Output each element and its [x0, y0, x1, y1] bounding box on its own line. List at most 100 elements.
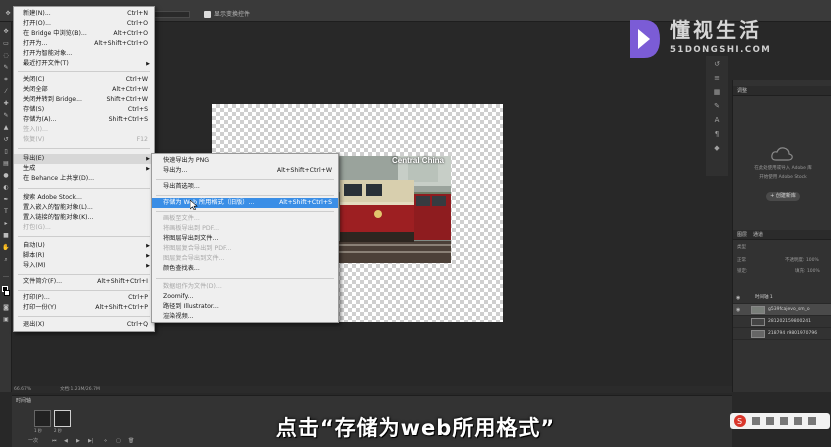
move-icon[interactable]: ✥ [2, 28, 10, 35]
menu-shortcut: Ctrl+P [128, 294, 148, 301]
properties-icon[interactable]: ≡ [713, 74, 721, 82]
opacity-field[interactable]: 不透明度: 100% [785, 258, 819, 264]
menu-item-browse-bridge[interactable]: 在 Bridge 中浏览(B)... Alt+Ctrl+O [14, 29, 154, 39]
menu-item-place-linked[interactable]: 置入链接的智能对象(K)... [14, 213, 154, 223]
menu-label: 导出为... [163, 167, 188, 174]
show-transform-checkbox[interactable] [204, 11, 211, 18]
submenu-item-export-preferences[interactable]: 导出首选项... [152, 182, 338, 192]
menu-separator [156, 195, 334, 196]
background-color-swatch[interactable] [4, 290, 10, 296]
menu-shortcut: Alt+Shift+Ctrl+W [276, 167, 332, 174]
menu-item-exit[interactable]: 退出(X) Ctrl+Q [14, 320, 154, 330]
menu-item-close[interactable]: 关闭(C) Ctrl+W [14, 75, 154, 85]
menu-label: 生成 [23, 165, 36, 172]
submenu-item-quick-export-png[interactable]: 快速导出为 PNG [152, 156, 338, 166]
visibility-eye-icon[interactable]: ◉ [736, 295, 740, 301]
status-bar: 66.67% 文档:1.23M/26.7M [12, 386, 732, 393]
fill-field[interactable]: 填充: 100% [795, 269, 820, 275]
menu-item-revert: 恢复(V) F12 [14, 135, 154, 145]
menu-label: 打印(P)... [23, 294, 50, 301]
menu-item-check-in: 签入(I)... [14, 125, 154, 135]
create-library-button[interactable]: + 创建新库 [766, 192, 800, 201]
path-select-icon[interactable]: ▸ [2, 220, 10, 227]
crop-icon[interactable]: ⌗ [2, 76, 10, 83]
submenu-item-save-for-web[interactable]: 存储为 Web 所用格式（旧版）... Alt+Shift+Ctrl+S [152, 198, 338, 208]
menu-item-file-info[interactable]: 文件简介(F)... Alt+Shift+Ctrl+I [14, 277, 154, 287]
menu-item-share-behance[interactable]: 在 Behance 上共享(D)... [14, 174, 154, 184]
zoom-icon[interactable]: ⌕ [2, 256, 10, 263]
menu-item-recent-files[interactable]: 最近打开文件(T) ▶ [14, 59, 154, 69]
menu-item-scripts[interactable]: 脚本(R) ▶ [14, 251, 154, 261]
visibility-eye-icon[interactable]: ◉ [736, 307, 740, 313]
character-icon[interactable]: A [713, 116, 721, 124]
zoom-level[interactable]: 66.67% [14, 386, 31, 393]
menu-item-close-goto-bridge[interactable]: 关闭并转到 Bridge... Shift+Ctrl+W [14, 95, 154, 105]
marquee-icon[interactable]: ▭ [2, 40, 10, 47]
menu-shortcut: Ctrl+Q [126, 321, 148, 328]
layer-row[interactable]: 281202159800241 [733, 316, 831, 328]
submenu-item-export-as[interactable]: 导出为... Alt+Shift+Ctrl+W [152, 166, 338, 176]
lasso-icon[interactable]: ◌ [2, 52, 10, 59]
libraries-tab[interactable]: 调整 [737, 88, 747, 94]
document-size: 文档:1.23M/26.7M [60, 387, 100, 392]
menu-item-automate[interactable]: 自动(U) ▶ [14, 241, 154, 251]
history-brush-icon[interactable]: ↺ [2, 136, 10, 143]
layer-kind-filter[interactable]: 类型 [737, 245, 746, 251]
menu-item-print-one-copy[interactable]: 打印一份(Y) Alt+Shift+Ctrl+P [14, 303, 154, 313]
menu-item-open[interactable]: 打开(O)... Ctrl+O [14, 19, 154, 29]
layer-row[interactable]: ◉ g539fcajevo_sm_o [733, 304, 831, 316]
screen-mode-icon[interactable]: ▣ [2, 316, 10, 323]
heal-icon[interactable]: ✚ [2, 100, 10, 107]
hand-icon[interactable]: ✋ [2, 244, 10, 251]
eraser-icon[interactable]: ▯ [2, 148, 10, 155]
blur-icon[interactable]: ● [2, 172, 10, 179]
type-icon[interactable]: T [2, 208, 10, 215]
menu-shortcut: Ctrl+O [126, 20, 148, 27]
menu-separator [156, 179, 334, 180]
layers-tab[interactable]: 图层 [737, 232, 747, 238]
dodge-icon[interactable]: ◐ [2, 184, 10, 191]
layer-row[interactable]: 218794 r9801970796 [733, 328, 831, 340]
submenu-item-color-lookup-tables[interactable]: 颜色查找表... [152, 264, 338, 274]
quick-select-icon[interactable]: ✎ [2, 64, 10, 71]
gradient-icon[interactable]: ▤ [2, 160, 10, 167]
history-icon[interactable]: ↺ [713, 60, 721, 68]
eyedropper-icon[interactable]: ⁄ [2, 88, 10, 95]
shape-icon[interactable]: ■ [2, 232, 10, 239]
layer-name: 218794 r9801970796 [768, 331, 818, 336]
quick-mask-icon[interactable]: ◙ [2, 304, 10, 311]
pen-icon[interactable]: ✒ [2, 196, 10, 203]
more-tools-icon[interactable]: … [2, 272, 10, 279]
menu-item-print[interactable]: 打印(P)... Ctrl+P [14, 293, 154, 303]
tools-panel: ✥ ▭ ◌ ✎ ⌗ ⁄ ✚ ✎ ▲ ↺ ▯ ▤ ● ◐ ✒ T ▸ ■ ✋ ⌕ … [0, 22, 12, 392]
menu-item-open-smart-object[interactable]: 打开为智能对象... [14, 49, 154, 59]
menu-label: 新建(N)... [23, 10, 51, 17]
swatches-icon[interactable]: ▦ [713, 88, 721, 96]
menu-item-open-as[interactable]: 打开为... Alt+Shift+Ctrl+O [14, 39, 154, 49]
menu-item-save[interactable]: 存储(S) Ctrl+S [14, 105, 154, 115]
submenu-item-zoomify[interactable]: Zoomify... [152, 292, 338, 302]
brush-icon[interactable]: ✎ [2, 112, 10, 119]
blend-mode-select[interactable]: 正常 [737, 258, 746, 264]
menu-item-export[interactable]: 导出(E) ▶ [14, 154, 154, 164]
photo-caption: Central China [392, 156, 445, 165]
layer-row[interactable]: ◉ 时间轴 1 [733, 292, 831, 304]
move-tool-icon[interactable]: ✥ [4, 10, 12, 17]
menu-item-save-as[interactable]: 存储为(A)... Shift+Ctrl+S [14, 115, 154, 125]
menu-item-import[interactable]: 导入(M) ▶ [14, 261, 154, 271]
menu-item-place-embedded[interactable]: 置入嵌入的智能对象(L)... [14, 203, 154, 213]
submenu-item-layers-to-files[interactable]: 将图层导出到文件... [152, 234, 338, 244]
show-transform-label: 显示变换控件 [214, 11, 251, 18]
styles-icon[interactable]: ◆ [713, 144, 721, 152]
channels-tab[interactable]: 通道 [753, 232, 763, 238]
menu-item-generate[interactable]: 生成 ▶ [14, 164, 154, 174]
brush-settings-icon[interactable]: ✎ [713, 102, 721, 110]
stamp-icon[interactable]: ▲ [2, 124, 10, 131]
menu-item-search-stock[interactable]: 搜索 Adobe Stock... [14, 193, 154, 203]
menu-item-close-all[interactable]: 关闭全部 Alt+Ctrl+W [14, 85, 154, 95]
submenu-item-render-video[interactable]: 渲染视频... [152, 312, 338, 322]
options-field[interactable] [150, 11, 190, 18]
menu-item-new[interactable]: 新建(N)... Ctrl+N [14, 9, 154, 19]
submenu-item-paths-to-illustrator[interactable]: 路径到 Illustrator... [152, 302, 338, 312]
paragraph-icon[interactable]: ¶ [713, 130, 721, 138]
